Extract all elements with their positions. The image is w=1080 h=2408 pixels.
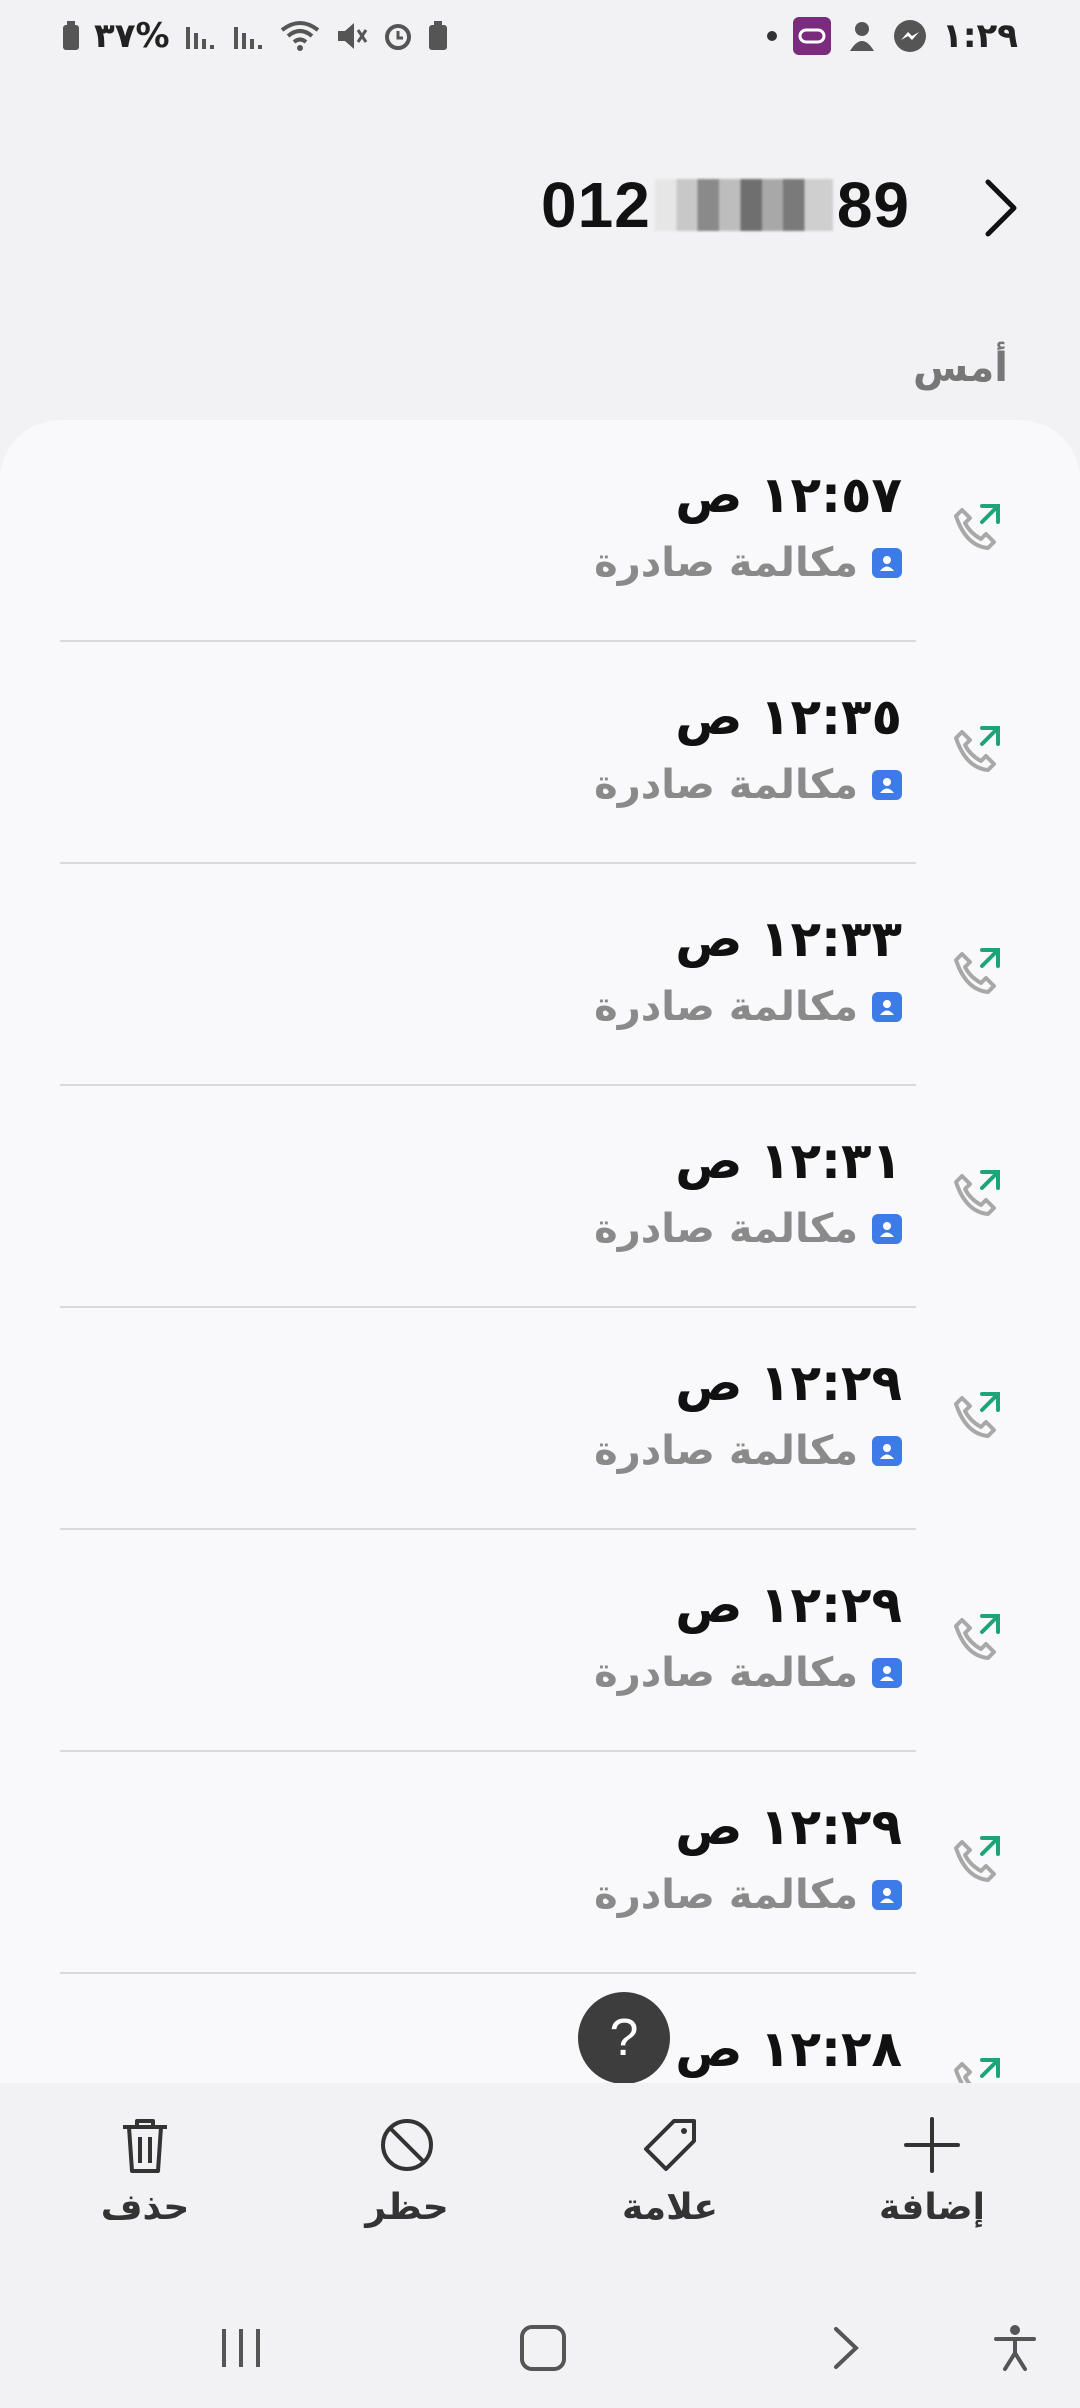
- outgoing-call-icon: [954, 948, 1000, 994]
- signal-2-icon: [232, 16, 266, 56]
- call-log-row[interactable]: ١٢:٢٩ ص مكالمة صادرة: [0, 1308, 1080, 1530]
- system-nav-bar: [0, 2285, 1080, 2408]
- call-time: ١٢:٢٩ ص: [675, 1354, 902, 1412]
- back-button[interactable]: [970, 178, 1030, 238]
- section-date-label: أمس: [912, 345, 1008, 391]
- delete-label: حذف: [100, 2187, 190, 2228]
- phone-suffix: 89: [836, 169, 910, 241]
- chevron-right-icon: [985, 179, 1017, 237]
- notification-icon: [846, 16, 878, 56]
- wifi-icon: [280, 16, 320, 56]
- contact-icon: [872, 1436, 902, 1466]
- call-log-row[interactable]: ١٢:٣٣ ص مكالمة صادرة: [0, 864, 1080, 1086]
- tag-button[interactable]: علامة: [570, 2113, 770, 2228]
- status-right: ١:٢٩: [766, 16, 1018, 56]
- call-type-label: مكالمة صادرة: [594, 1650, 858, 1696]
- accessibility-button[interactable]: [980, 2313, 1050, 2383]
- call-time: ١٢:٢٩ ص: [675, 1798, 902, 1856]
- call-log-row[interactable]: ١٢:٢٩ ص مكالمة صادرة: [0, 1530, 1080, 1752]
- call-type: مكالمة صادرة: [594, 1206, 902, 1252]
- call-time: ١٢:٥٧ ص: [675, 466, 902, 524]
- call-type: مكالمة صادرة: [594, 1872, 902, 1918]
- battery-icon: [62, 16, 80, 56]
- call-type: مكالمة صادرة: [594, 1428, 902, 1474]
- header: 012 89: [0, 160, 1080, 260]
- call-time: ١٢:٣٥ ص: [675, 688, 902, 746]
- call-type-label: مكالمة صادرة: [594, 984, 858, 1030]
- call-time: ١٢:٢٩ ص: [675, 1576, 902, 1634]
- outgoing-call-icon: [954, 1614, 1000, 1660]
- contact-icon: [872, 992, 902, 1022]
- home-icon: [520, 2325, 566, 2371]
- outgoing-call-icon: [954, 726, 1000, 772]
- contact-icon: [872, 770, 902, 800]
- contact-icon: [872, 1880, 902, 1910]
- contact-icon: [872, 548, 902, 578]
- messenger-icon: [892, 16, 928, 56]
- call-log-row[interactable]: ١٢:٣٥ ص مكالمة صادرة: [0, 642, 1080, 864]
- recents-icon: [222, 2329, 260, 2367]
- tag-icon: [644, 2119, 696, 2171]
- add-button[interactable]: إضافة: [832, 2113, 1032, 2228]
- outgoing-call-icon: [954, 1170, 1000, 1216]
- call-time: ١٢:٣٣ ص: [675, 910, 902, 968]
- call-time: ١٢:٣١ ص: [675, 1132, 902, 1190]
- clock: ١:٢٩: [942, 16, 1018, 56]
- back-nav-button[interactable]: [810, 2313, 880, 2383]
- call-log-list: ١٢:٥٧ ص مكالمة صادرة ١٢:٣٥ ص مكالمة صادر…: [0, 420, 1080, 2120]
- block-icon: [381, 2119, 433, 2171]
- bottom-action-bar: إضافة علامة حظر حذف: [0, 2083, 1080, 2283]
- call-type-label: مكالمة صادرة: [594, 540, 858, 586]
- recents-button[interactable]: [206, 2313, 276, 2383]
- signal-icon: [184, 16, 218, 56]
- plus-icon: [904, 2117, 960, 2173]
- call-history-screen: ٣٧% ١:٢٩ 012 89 أمس ١٢:٥٧ ص مكالمة صادرة…: [0, 0, 1080, 2408]
- contact-icon: [872, 1214, 902, 1244]
- block-button[interactable]: حظر: [307, 2113, 507, 2228]
- call-type: مكالمة صادرة: [594, 984, 902, 1030]
- chevron-right-icon: [834, 2327, 859, 2369]
- alarm-icon: [382, 16, 414, 56]
- call-type: مكالمة صادرة: [594, 1650, 902, 1696]
- outgoing-call-icon: [954, 1392, 1000, 1438]
- dot-icon: [766, 16, 778, 56]
- outgoing-call-icon: [954, 504, 1000, 550]
- accessibility-icon: [994, 2325, 1036, 2371]
- call-type: مكالمة صادرة: [594, 540, 902, 586]
- mute-icon: [334, 16, 368, 56]
- status-bar: ٣٧% ١:٢٩: [0, 0, 1080, 72]
- battery-percent: ٣٧%: [94, 16, 170, 56]
- phone-prefix: 012: [541, 169, 651, 241]
- app-notification-icon: [792, 16, 832, 56]
- phone-number: 012 89: [541, 168, 910, 242]
- call-log-row[interactable]: ١٢:٢٩ ص مكالمة صادرة: [0, 1752, 1080, 1974]
- status-left: ٣٧%: [62, 16, 448, 56]
- call-time: ١٢:٢٨ ص: [675, 2020, 902, 2078]
- delete-button[interactable]: حذف: [45, 2113, 245, 2228]
- help-button[interactable]: ?: [578, 1992, 670, 2084]
- home-button[interactable]: [508, 2313, 578, 2383]
- call-type-label: مكالمة صادرة: [594, 1872, 858, 1918]
- call-type: مكالمة صادرة: [594, 762, 902, 808]
- contact-icon: [872, 1658, 902, 1688]
- outgoing-call-icon: [954, 1836, 1000, 1882]
- add-label: إضافة: [878, 2187, 986, 2228]
- battery-saver-icon: [428, 16, 448, 56]
- call-type-label: مكالمة صادرة: [594, 762, 858, 808]
- redacted-digits: [654, 179, 833, 231]
- call-log-row[interactable]: ١٢:٣١ ص مكالمة صادرة: [0, 1086, 1080, 1308]
- call-log-row[interactable]: ١٢:٥٧ ص مكالمة صادرة: [0, 420, 1080, 642]
- tag-label: علامة: [621, 2187, 719, 2228]
- trash-icon: [123, 2119, 167, 2173]
- block-label: حظر: [365, 2187, 449, 2228]
- call-type-label: مكالمة صادرة: [594, 1206, 858, 1252]
- call-type-label: مكالمة صادرة: [594, 1428, 858, 1474]
